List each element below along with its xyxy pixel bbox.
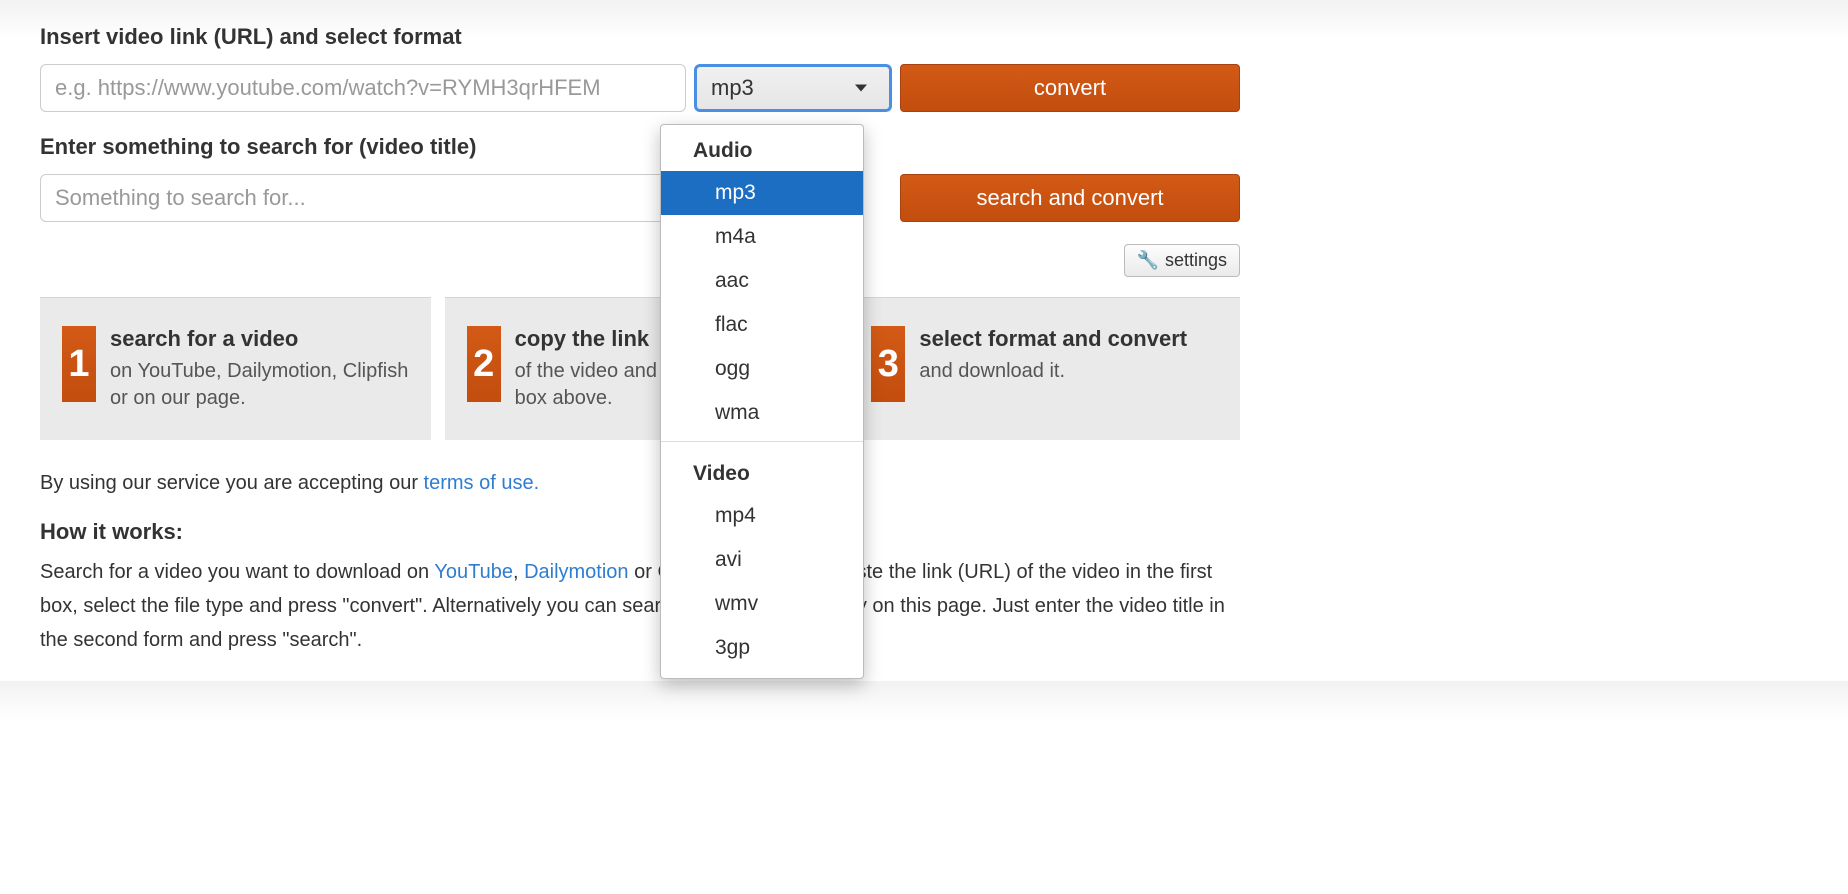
dropdown-item-m4a[interactable]: m4a [661, 215, 863, 259]
terms-line: By using our service you are accepting o… [40, 472, 1240, 495]
step-card-1: 1 search for a video on YouTube, Dailymo… [40, 297, 431, 440]
step-desc: on YouTube, Dailymotion, Clipfish or on … [110, 358, 409, 412]
dropdown-item-flac[interactable]: flac [661, 303, 863, 347]
dropdown-item-wmv[interactable]: wmv [661, 582, 863, 626]
search-input[interactable] [40, 174, 686, 222]
dropdown-item-mp4[interactable]: mp4 [661, 494, 863, 538]
format-dropdown: Audiomp3m4aaacflacoggwma Videomp4aviwmv3g… [660, 124, 864, 679]
url-row: mp3 convert [40, 64, 1240, 112]
dropdown-item-wma[interactable]: wma [661, 391, 863, 435]
howitworks-title: How it works: [40, 519, 1240, 545]
howitworks-mid: or [629, 561, 658, 583]
search-row: search and convert [40, 174, 1240, 222]
dropdown-item-3gp[interactable]: 3gp [661, 626, 863, 670]
step-desc: and download it. [919, 358, 1187, 385]
dropdown-item-avi[interactable]: avi [661, 538, 863, 582]
convert-button[interactable]: convert [900, 64, 1240, 112]
url-input[interactable] [40, 64, 686, 112]
youtube-link[interactable]: YouTube [434, 561, 513, 583]
dropdown-divider [661, 441, 863, 442]
step-number-badge: 2 [467, 326, 501, 402]
dropdown-item-ogg[interactable]: ogg [661, 347, 863, 391]
step-number-badge: 3 [871, 326, 905, 402]
format-select-value: mp3 [711, 75, 754, 101]
url-section-label: Insert video link (URL) and select forma… [40, 24, 1240, 50]
wrench-icon: 🔧 [1137, 250, 1159, 271]
step-title: select format and convert [919, 326, 1187, 352]
settings-button-label: settings [1165, 250, 1227, 271]
settings-button[interactable]: 🔧 settings [1124, 244, 1240, 277]
howitworks-body: Search for a video you want to download … [40, 555, 1240, 657]
step-card-3: 3 select format and convert and download… [849, 297, 1240, 440]
chevron-down-icon [855, 85, 867, 92]
search-section-label: Enter something to search for (video tit… [40, 134, 1240, 160]
dropdown-item-aac[interactable]: aac [661, 259, 863, 303]
dailymotion-link[interactable]: Dailymotion [524, 561, 628, 583]
format-select[interactable]: mp3 [694, 64, 892, 112]
howitworks-sep1: , [513, 561, 524, 583]
settings-row: 🔧 settings [40, 244, 1240, 277]
steps-row: 1 search for a video on YouTube, Dailymo… [40, 297, 1240, 440]
search-convert-button[interactable]: search and convert [900, 174, 1240, 222]
dropdown-item-mp3[interactable]: mp3 [661, 171, 863, 215]
step-title: search for a video [110, 326, 409, 352]
step-number-badge: 1 [62, 326, 96, 402]
terms-link[interactable]: terms of use. [424, 472, 540, 494]
howitworks-pre: Search for a video you want to download … [40, 561, 434, 583]
terms-prefix: By using our service you are accepting o… [40, 472, 424, 494]
dropdown-group-label: Audio [661, 125, 863, 171]
dropdown-group-label: Video [661, 448, 863, 494]
